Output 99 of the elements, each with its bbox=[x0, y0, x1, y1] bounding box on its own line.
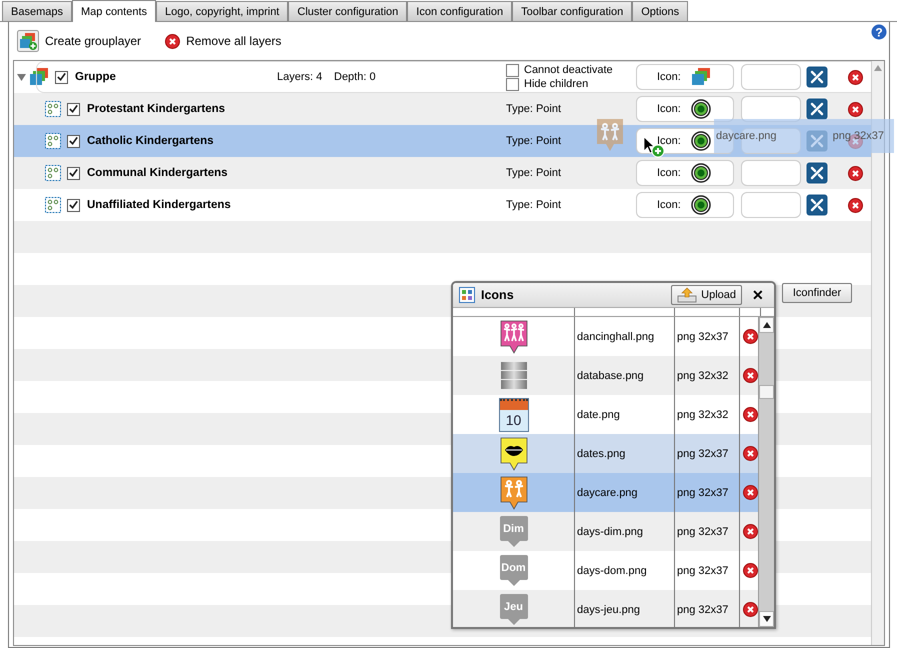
icon-field[interactable]: Icon: bbox=[636, 64, 734, 90]
upload-button[interactable]: Upload bbox=[671, 285, 742, 305]
expand-arrow-icon[interactable] bbox=[17, 72, 27, 82]
option-label: Hide children bbox=[524, 78, 588, 90]
icon-row[interactable]: database.png png 32x32 bbox=[453, 356, 758, 395]
delete-icon[interactable] bbox=[848, 198, 863, 213]
icon-label: Icon: bbox=[657, 199, 681, 211]
target-icon bbox=[690, 99, 711, 119]
delete-icon[interactable] bbox=[742, 446, 758, 461]
help-icon[interactable]: ? bbox=[871, 24, 887, 40]
dragged-children-icon bbox=[596, 118, 624, 152]
depth-label: Depth: 0 bbox=[334, 71, 376, 83]
tab[interactable]: Icon configuration bbox=[407, 1, 512, 21]
icon-file-name: database.png bbox=[575, 356, 675, 395]
icon-row[interactable]: Jeu days-jeu.png png 32x37 bbox=[453, 590, 758, 627]
icon-row[interactable]: dates.png png 32x37 bbox=[453, 434, 758, 473]
checkbox[interactable] bbox=[55, 70, 68, 84]
create-grouplayer-button[interactable]: Create grouplayer bbox=[17, 30, 142, 52]
checkbox[interactable] bbox=[67, 198, 80, 212]
point-layer-icon bbox=[45, 197, 61, 213]
tab[interactable]: Map contents bbox=[72, 0, 156, 22]
scrollbar[interactable] bbox=[758, 317, 774, 627]
delete-icon[interactable] bbox=[742, 329, 758, 344]
wrench-icon[interactable] bbox=[806, 162, 828, 184]
checkbox[interactable] bbox=[67, 134, 80, 148]
layers-icon bbox=[29, 68, 49, 86]
icon-row[interactable]: Dim days-dim.png png 32x37 bbox=[453, 512, 758, 551]
tab[interactable]: Logo, copyright, imprint bbox=[156, 1, 288, 21]
checkbox[interactable] bbox=[506, 64, 519, 76]
dancers-marker-icon bbox=[500, 320, 528, 354]
icon-label: Icon: bbox=[657, 71, 681, 83]
tab[interactable]: Options bbox=[632, 1, 688, 21]
delete-icon[interactable] bbox=[742, 407, 758, 422]
lips-marker-icon bbox=[500, 436, 528, 470]
scroll-up-icon[interactable] bbox=[762, 322, 770, 328]
upload-icon bbox=[677, 287, 698, 303]
layer-name: Catholic Kindergartens bbox=[87, 135, 214, 147]
scrollbar-thumb[interactable] bbox=[759, 385, 774, 399]
target-icon bbox=[690, 131, 711, 151]
icon-file-info: png 32x37 bbox=[675, 590, 740, 627]
layer-name: Communal Kindergartens bbox=[87, 167, 228, 179]
delete-icon[interactable] bbox=[848, 70, 863, 85]
iconfinder-button[interactable]: Iconfinder bbox=[782, 283, 852, 303]
layers-icon bbox=[690, 68, 711, 86]
point-layer-icon bbox=[45, 133, 61, 149]
icon-file-name: days-jeu.png bbox=[575, 590, 675, 627]
layer-type: Type: Point bbox=[506, 199, 562, 211]
icon-file-name: days-dim.png bbox=[575, 512, 675, 551]
delete-icon[interactable] bbox=[848, 102, 863, 117]
layer-type: Type: Point bbox=[506, 167, 562, 179]
delete-icon[interactable] bbox=[742, 602, 758, 617]
target-icon bbox=[690, 163, 711, 183]
icon-row[interactable]: daycare.png png 32x37 bbox=[453, 473, 758, 512]
icon-file-info: png 32x37 bbox=[675, 512, 740, 551]
delete-icon[interactable] bbox=[742, 485, 758, 500]
layers-add-icon bbox=[17, 30, 39, 52]
delete-icon[interactable] bbox=[742, 368, 758, 383]
target-icon bbox=[690, 195, 711, 215]
checkbox[interactable] bbox=[67, 102, 80, 116]
layer-name: Unaffiliated Kindergartens bbox=[87, 199, 231, 211]
tab[interactable]: Cluster configuration bbox=[288, 1, 408, 21]
icon-label: Icon: bbox=[657, 135, 681, 147]
wrench-icon[interactable] bbox=[806, 66, 828, 88]
calendar-icon: 10 bbox=[498, 398, 528, 432]
checkbox[interactable] bbox=[67, 166, 80, 180]
icon-label: Icon: bbox=[657, 103, 681, 115]
layer-name: Protestant Kindergartens bbox=[87, 103, 226, 115]
close-button[interactable]: ✕ bbox=[748, 287, 768, 303]
checkbox[interactable] bbox=[506, 78, 519, 90]
layer-count: Layers: 4 bbox=[277, 71, 322, 83]
dialog-title: Icons bbox=[481, 288, 515, 302]
database-icon bbox=[500, 360, 528, 390]
layer-type: Type: Point bbox=[506, 103, 562, 115]
tab[interactable]: Basemaps bbox=[2, 1, 72, 21]
point-layer-icon bbox=[45, 101, 61, 117]
group-name: Gruppe bbox=[75, 71, 116, 83]
children-marker-icon bbox=[500, 476, 528, 510]
wrench-icon[interactable] bbox=[806, 98, 828, 120]
delete-icon[interactable] bbox=[165, 34, 180, 48]
delete-icon[interactable] bbox=[848, 166, 863, 181]
scroll-down-icon[interactable] bbox=[762, 616, 770, 622]
tab[interactable]: Toolbar configuration bbox=[512, 1, 632, 21]
icon-file-info: png 32x32 bbox=[675, 356, 740, 395]
remove-all-layers-button[interactable]: Remove all layers bbox=[165, 34, 282, 48]
input-field[interactable] bbox=[741, 160, 801, 186]
point-layer-icon bbox=[45, 165, 61, 181]
input-field[interactable] bbox=[741, 64, 801, 90]
icon-grid-icon bbox=[459, 287, 475, 303]
option-label: Cannot deactivate bbox=[524, 64, 613, 76]
icon-field[interactable]: Icon: bbox=[636, 160, 734, 186]
input-field[interactable] bbox=[741, 192, 801, 218]
delete-icon[interactable] bbox=[742, 524, 758, 539]
wrench-icon[interactable] bbox=[806, 194, 828, 216]
layer-type: Type: Point bbox=[506, 135, 562, 147]
icon-field[interactable]: Icon: bbox=[636, 96, 734, 122]
icon-label: Icon: bbox=[657, 167, 681, 179]
icon-field[interactable]: Icon: bbox=[636, 192, 734, 218]
group-row[interactable]: Gruppe Layers: 4 Depth: 0 Cannot deactivate Hide children Icon: bbox=[14, 61, 871, 93]
delete-icon[interactable] bbox=[742, 563, 758, 578]
